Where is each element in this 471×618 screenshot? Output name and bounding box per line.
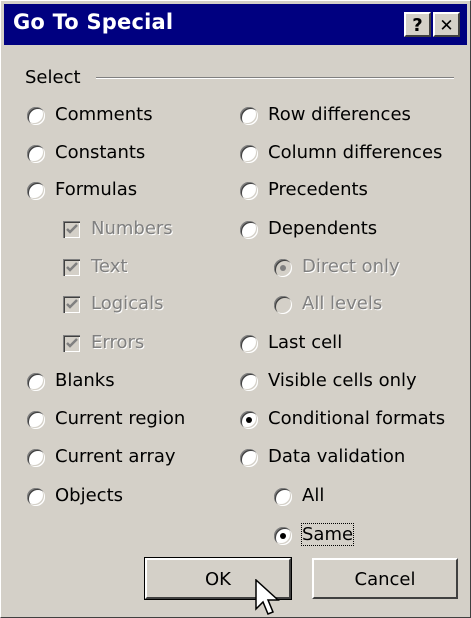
option-same-label: Same xyxy=(300,523,355,546)
option-direct-only-label: Direct only xyxy=(302,256,400,277)
checkbox-numbers-box[interactable] xyxy=(63,221,80,238)
radio-constants[interactable] xyxy=(27,145,45,163)
radio-last-cell[interactable] xyxy=(240,335,258,353)
help-button[interactable]: ? xyxy=(404,12,431,37)
option-current-array-label: Current array xyxy=(55,446,176,467)
option-last-cell-label: Last cell xyxy=(268,332,343,353)
radio-data-validation[interactable] xyxy=(240,449,258,467)
radio-blanks[interactable] xyxy=(27,373,45,391)
option-row-differences-label: Row differences xyxy=(268,104,411,125)
radio-current-array[interactable] xyxy=(27,449,45,467)
option-formulas-label: Formulas xyxy=(55,179,138,200)
option-visible-cells-only-label: Visible cells only xyxy=(268,370,417,391)
radio-objects[interactable] xyxy=(27,488,45,506)
option-all-levels-label: All levels xyxy=(302,293,383,314)
select-group-label: Select xyxy=(25,67,87,88)
dialog-title: Go To Special xyxy=(13,10,174,34)
option-dependents-label: Dependents xyxy=(268,218,378,239)
option-comments-label: Comments xyxy=(55,104,153,125)
radio-all-levels[interactable] xyxy=(274,296,292,314)
option-precedents-label: Precedents xyxy=(268,179,368,200)
checkbox-errors-box[interactable] xyxy=(63,335,80,352)
checkbox-logicals-label: Logicals xyxy=(91,293,164,314)
checkbox-numbers-label: Numbers xyxy=(91,218,173,239)
checkmark-icon xyxy=(66,299,78,309)
group-divider xyxy=(96,77,454,79)
checkbox-text-label: Text xyxy=(91,256,128,277)
option-conditional-formats-label: Conditional formats xyxy=(268,408,446,429)
cancel-button[interactable]: Cancel xyxy=(312,558,458,599)
radio-same[interactable] xyxy=(274,527,292,545)
mouse-pointer-icon xyxy=(255,579,280,615)
close-button[interactable]: ✕ xyxy=(433,12,460,37)
option-objects-label: Objects xyxy=(55,485,124,506)
option-blanks-label: Blanks xyxy=(55,370,115,391)
radio-formulas[interactable] xyxy=(27,182,45,200)
radio-conditional-formats[interactable] xyxy=(240,411,258,429)
checkmark-icon xyxy=(66,338,78,348)
option-all-label: All xyxy=(302,485,325,506)
checkbox-text-box[interactable] xyxy=(63,259,80,276)
option-data-validation-label: Data validation xyxy=(268,446,406,467)
radio-current-region[interactable] xyxy=(27,411,45,429)
radio-column-differences[interactable] xyxy=(240,145,258,163)
option-column-differences-label: Column differences xyxy=(268,142,443,163)
radio-precedents[interactable] xyxy=(240,182,258,200)
checkbox-logicals-box[interactable] xyxy=(63,296,80,313)
checkmark-icon xyxy=(66,224,78,234)
radio-all[interactable] xyxy=(274,488,292,506)
checkbox-errors-label: Errors xyxy=(91,332,145,353)
checkmark-icon xyxy=(66,262,78,272)
option-current-region-label: Current region xyxy=(55,408,186,429)
radio-visible-cells-only[interactable] xyxy=(240,373,258,391)
title-bar[interactable]: Go To Special ? ✕ xyxy=(4,4,467,45)
radio-dependents[interactable] xyxy=(240,221,258,239)
radio-comments[interactable] xyxy=(27,107,45,125)
radio-direct-only[interactable] xyxy=(274,259,292,277)
option-constants-label: Constants xyxy=(55,142,146,163)
radio-row-differences[interactable] xyxy=(240,107,258,125)
go-to-special-dialog: Go To Special ? ✕ Select Comments Consta… xyxy=(0,0,471,618)
